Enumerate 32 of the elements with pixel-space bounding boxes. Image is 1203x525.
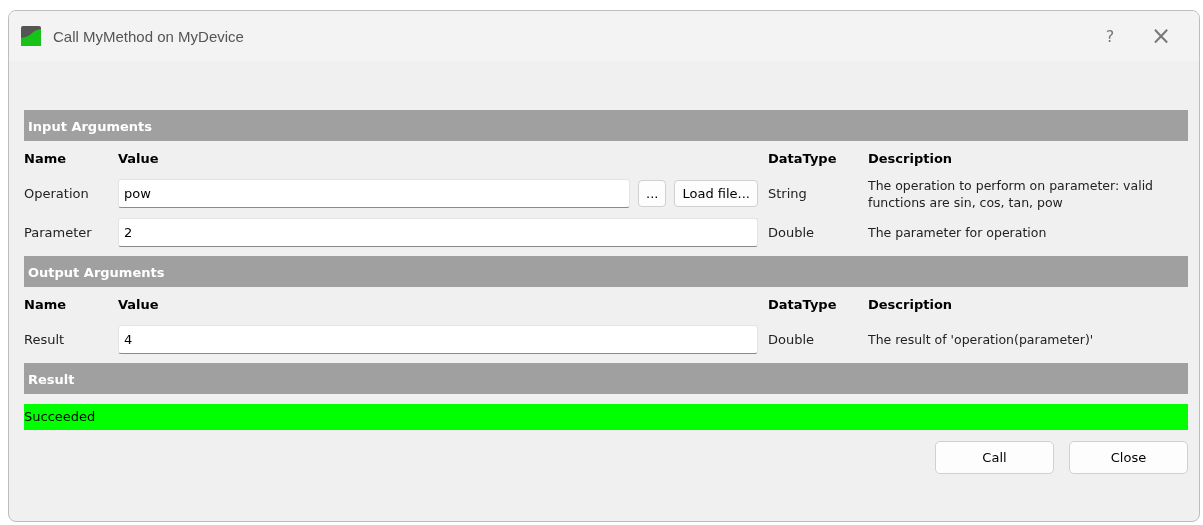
column-header: DataType [768, 150, 838, 168]
column-header: Description [868, 150, 954, 168]
browse-button[interactable]: ... [638, 180, 667, 207]
value-field[interactable]: 4 [118, 325, 758, 354]
argument-description: The result of 'operation(parameter)' [868, 331, 1095, 348]
data-type: Double [768, 332, 816, 347]
argument-description: The operation to perform on parameter: valid functions are sin, cos, tan, pow [868, 176, 1155, 211]
section-header: Output Arguments [24, 256, 1188, 287]
column-header: DataType [768, 296, 838, 314]
argument-name: Parameter [24, 225, 93, 240]
dialog-button[interactable]: Call [935, 441, 1054, 474]
browse-button[interactable]: Load file... [674, 180, 758, 207]
column-header: Name [24, 296, 67, 314]
data-type: String [768, 186, 808, 201]
app-icon [21, 26, 41, 46]
value-field[interactable]: pow [118, 179, 631, 208]
section-header: Input Arguments [24, 110, 1188, 141]
column-header: Value [118, 150, 160, 168]
help-button[interactable]: ? [1087, 16, 1133, 56]
result-status: Succeeded [24, 404, 1188, 430]
argument-name: Result [24, 332, 66, 347]
window-title: Call MyMethod on MyDevice [53, 27, 244, 45]
close-button[interactable]: × [1133, 16, 1189, 56]
value-field[interactable]: 2 [118, 218, 758, 247]
section-header: Result [24, 363, 1188, 394]
column-header: Description [868, 296, 954, 314]
column-header: Name [24, 150, 67, 168]
data-type: Double [768, 225, 816, 240]
dialog-button[interactable]: Close [1069, 441, 1188, 474]
argument-description: The parameter for operation [868, 224, 1048, 241]
argument-name: Operation [24, 186, 90, 201]
column-header: Value [118, 296, 160, 314]
